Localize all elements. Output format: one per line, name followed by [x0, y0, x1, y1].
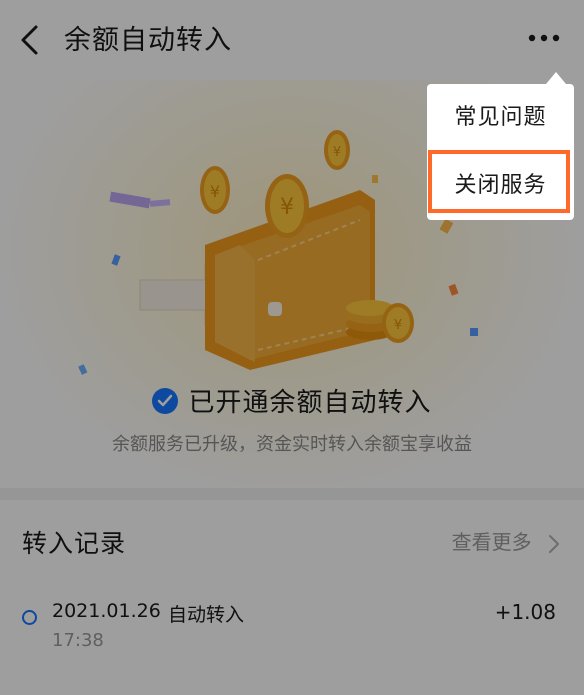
- close-service-highlight-box: [428, 150, 570, 213]
- popup-menu-arrow: [546, 72, 566, 84]
- menu-item-faq[interactable]: 常见问题: [427, 88, 574, 148]
